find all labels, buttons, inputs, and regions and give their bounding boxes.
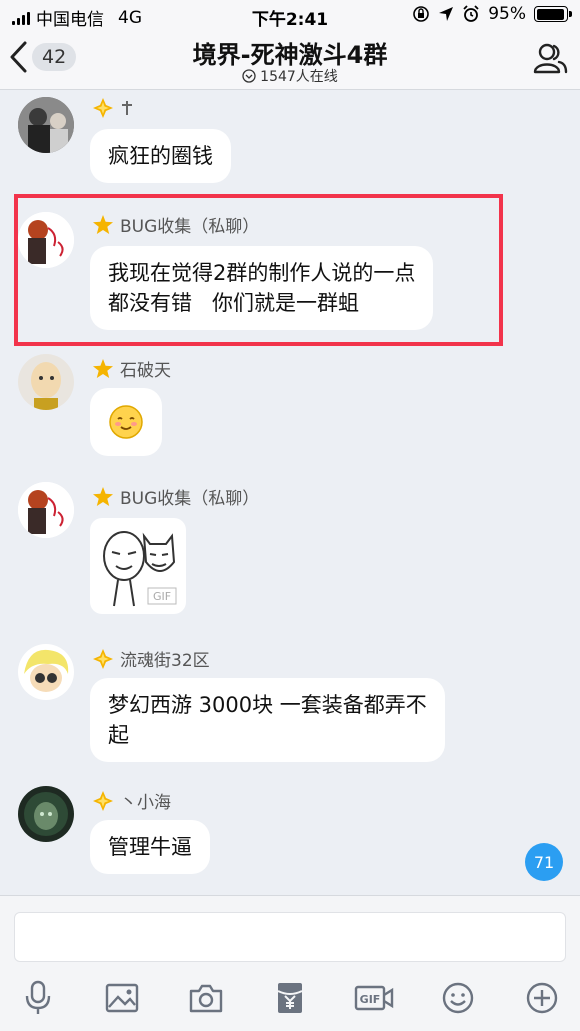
chat-header: 42 境界-死神激斗4群 1547人在线 [0,30,580,90]
sender-line: 流魂街32区 [92,646,210,671]
red-packet-icon [277,983,303,1013]
gif-button[interactable]: GIF [352,976,396,1020]
sender-name[interactable]: 丶小海 [120,788,171,813]
camera-button[interactable] [184,976,228,1020]
sender-line: BUG收集（私聊） [92,484,259,509]
chevron-circle-icon [242,69,256,83]
avatar[interactable] [18,644,74,700]
cross-icon [122,101,132,115]
emoji-icon [109,405,143,439]
camera-icon [189,984,223,1013]
avatar[interactable] [18,97,74,153]
gif-icon: GIF [354,985,394,1011]
message-text-line: 梦幻西游 3000块 一套装备都弄不 [108,693,427,717]
location-icon [439,7,454,21]
diamond-badge-icon [93,790,113,811]
input-bar: GIF [0,895,580,1031]
sticker-bubble[interactable]: GIF [90,518,186,614]
sender-name[interactable]: 石破天 [120,356,171,381]
avatar[interactable] [18,786,74,842]
avatar[interactable] [18,482,74,538]
gif-icon-label: GIF [360,993,381,1006]
plus-icon [526,982,558,1014]
alarm-icon [463,5,479,22]
toolbar: GIF [0,976,580,1020]
sender-line: 石破天 [92,356,171,381]
diamond-badge-icon [93,648,113,669]
message-input[interactable] [14,912,566,962]
message-text: 管理牛逼 [108,835,192,859]
mic-icon [25,980,51,1014]
emoji-icon [442,982,474,1014]
message-bubble[interactable]: 管理牛逼 [90,820,210,874]
avatar[interactable] [18,212,74,268]
image-button[interactable] [100,976,144,1020]
message-text-line: 都没有错 你们就是一群蛆 [108,291,360,315]
new-messages-badge[interactable]: 71 [525,843,563,881]
sender-line [92,97,134,119]
message-text-line: 我现在觉得2群的制作人说的一点 [108,261,416,285]
red-packet-button[interactable] [268,976,312,1020]
battery-percent: 95% [488,4,526,24]
message-text-line: 起 [108,723,129,747]
emoji-button[interactable] [436,976,480,1020]
sender-name[interactable]: BUG收集（私聊） [120,212,259,237]
sender-line: BUG收集（私聊） [92,212,259,237]
rotation-lock-icon [413,6,430,22]
star-badge-icon [93,358,113,378]
avatar[interactable] [18,354,74,410]
star-badge-icon [93,214,113,234]
sender-name[interactable]: BUG收集（私聊） [120,484,259,509]
more-button[interactable] [520,976,564,1020]
sender-line: 丶小海 [92,788,171,813]
message-bubble[interactable]: 我现在觉得2群的制作人说的一点 都没有错 你们就是一群蛆 [90,246,434,330]
sticker-image: GIF [103,531,177,607]
group-members-button[interactable] [532,40,568,80]
gif-label: GIF [153,590,171,603]
status-bar: 中国电信 4G 下午2:41 95% [0,0,580,30]
people-icon [533,43,568,74]
message-bubble[interactable]: 疯狂的圈钱 [90,129,231,183]
mic-button[interactable] [16,976,60,1020]
image-icon [105,983,139,1013]
message-bubble[interactable] [90,388,162,456]
group-title[interactable]: 境界-死神激斗4群 [0,35,580,70]
online-status[interactable]: 1547人在线 [0,66,580,86]
star-badge-icon [93,486,113,506]
sender-name[interactable]: 流魂街32区 [120,646,210,671]
message-bubble[interactable]: 梦幻西游 3000块 一套装备都弄不 起 [90,678,445,762]
diamond-badge-icon [93,98,113,118]
online-count-label: 1547人在线 [260,69,338,85]
battery-icon [534,6,572,22]
message-text: 疯狂的圈钱 [108,144,213,168]
